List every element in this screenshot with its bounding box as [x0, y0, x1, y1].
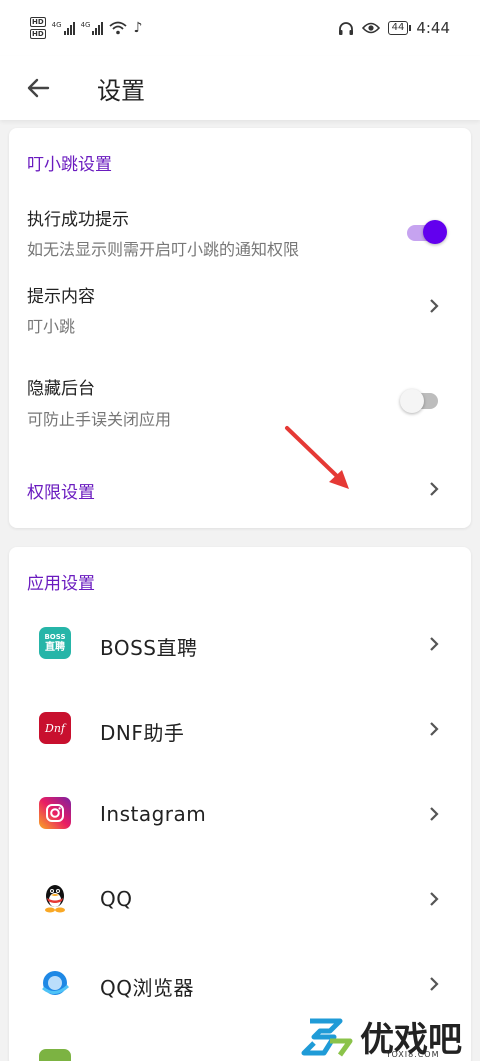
qq-browser-icon — [39, 967, 71, 999]
app-row-boss[interactable]: BOSS 直聘 BOSS直聘 — [9, 602, 471, 687]
chevron-right-icon — [430, 892, 439, 906]
camera-glyph — [46, 804, 64, 822]
status-bar-right: 44 4:44 — [338, 19, 450, 37]
watermark-logo-icon — [301, 1018, 353, 1056]
app-name: QQ — [100, 887, 133, 911]
row-title: 提示内容 — [27, 287, 95, 307]
toggle-thumb — [423, 220, 447, 244]
boss-zhipin-icon: BOSS 直聘 — [39, 627, 71, 659]
tip-content-row[interactable]: 提示内容 叮小跳 — [9, 276, 471, 342]
app-name: Instagram — [100, 802, 207, 826]
instagram-icon — [39, 797, 71, 829]
battery-indicator: 44 — [387, 21, 412, 35]
ding-settings-card: 叮小跳设置 执行成功提示 如无法显示则需开启叮小跳的通知权限 提示内容 叮小跳 … — [9, 128, 471, 528]
network-type: 4G — [51, 21, 62, 29]
status-bar: HD HD 4G 4G ♪ 44 4:44 — [0, 0, 480, 56]
row-title: 隐藏后台 — [27, 379, 95, 399]
app-row-dnf[interactable]: Dnf DNF助手 — [9, 687, 471, 772]
chevron-right-icon — [430, 299, 439, 313]
row-value: 叮小跳 — [27, 317, 76, 336]
app-name: DNF助手 — [100, 721, 185, 745]
row-title: 权限设置 — [27, 483, 95, 503]
status-bar-left: HD HD 4G 4G ♪ — [30, 17, 142, 39]
chevron-right-icon — [430, 977, 439, 991]
music-note-icon: ♪ — [133, 20, 143, 36]
chevron-right-icon — [430, 482, 439, 496]
app-row-instagram[interactable]: Instagram — [9, 772, 471, 857]
section-title: 叮小跳设置 — [27, 155, 112, 175]
app-settings-card: 应用设置 BOSS 直聘 BOSS直聘 Dnf DNF助手 Instagram — [9, 547, 471, 1061]
hide-background-toggle[interactable] — [400, 389, 444, 413]
penguin-glyph — [45, 885, 65, 913]
chevron-right-icon — [430, 637, 439, 651]
qq-penguin-icon — [39, 882, 71, 914]
section-title: 应用设置 — [27, 574, 95, 594]
back-arrow-icon — [27, 78, 50, 98]
hd-badge: HD — [30, 29, 46, 39]
app-bar: 设置 — [0, 56, 480, 120]
app-name: BOSS直聘 — [100, 636, 198, 660]
red-arrow-annotation — [285, 426, 349, 489]
clock: 4:44 — [416, 19, 450, 37]
success-tip-toggle[interactable] — [407, 220, 449, 244]
hide-background-row[interactable]: 隐藏后台 可防止手误关闭应用 — [9, 368, 471, 434]
wifi-icon — [109, 21, 128, 35]
success-tip-row[interactable]: 执行成功提示 如无法显示则需开启叮小跳的通知权限 — [9, 198, 471, 264]
icon-text: Dnf — [45, 721, 65, 735]
headphones-icon — [338, 21, 353, 35]
hd-badge: HD — [30, 17, 46, 27]
app-row-qq[interactable]: QQ — [9, 857, 471, 942]
browser-glyph — [42, 971, 70, 995]
toggle-thumb — [400, 389, 424, 413]
eye-icon — [361, 22, 380, 34]
chevron-right-icon — [430, 722, 439, 736]
chevron-right-icon — [430, 807, 439, 821]
signal-icon: 4G — [81, 21, 104, 35]
row-subtitle: 可防止手误关闭应用 — [27, 410, 172, 429]
app-name: QQ浏览器 — [100, 976, 194, 1000]
hd-indicators: HD HD — [30, 17, 46, 39]
watermark-url: YOXI8.COM — [386, 1050, 440, 1059]
row-title: 执行成功提示 — [27, 210, 129, 230]
icon-text: 直聘 — [45, 641, 65, 653]
next-app-icon-partial — [39, 1049, 71, 1061]
row-subtitle: 如无法显示则需开启叮小跳的通知权限 — [27, 240, 300, 259]
network-type: 4G — [80, 21, 91, 29]
page-title: 设置 — [97, 76, 145, 105]
icon-text: BOSS — [44, 632, 66, 641]
permission-row[interactable]: 权限设置 — [9, 468, 471, 512]
back-button[interactable] — [16, 66, 60, 110]
watermark: 优戏吧 YOXI8.COM — [300, 1012, 480, 1061]
dnf-helper-icon: Dnf — [39, 712, 71, 744]
signal-icon: 4G — [52, 21, 75, 35]
